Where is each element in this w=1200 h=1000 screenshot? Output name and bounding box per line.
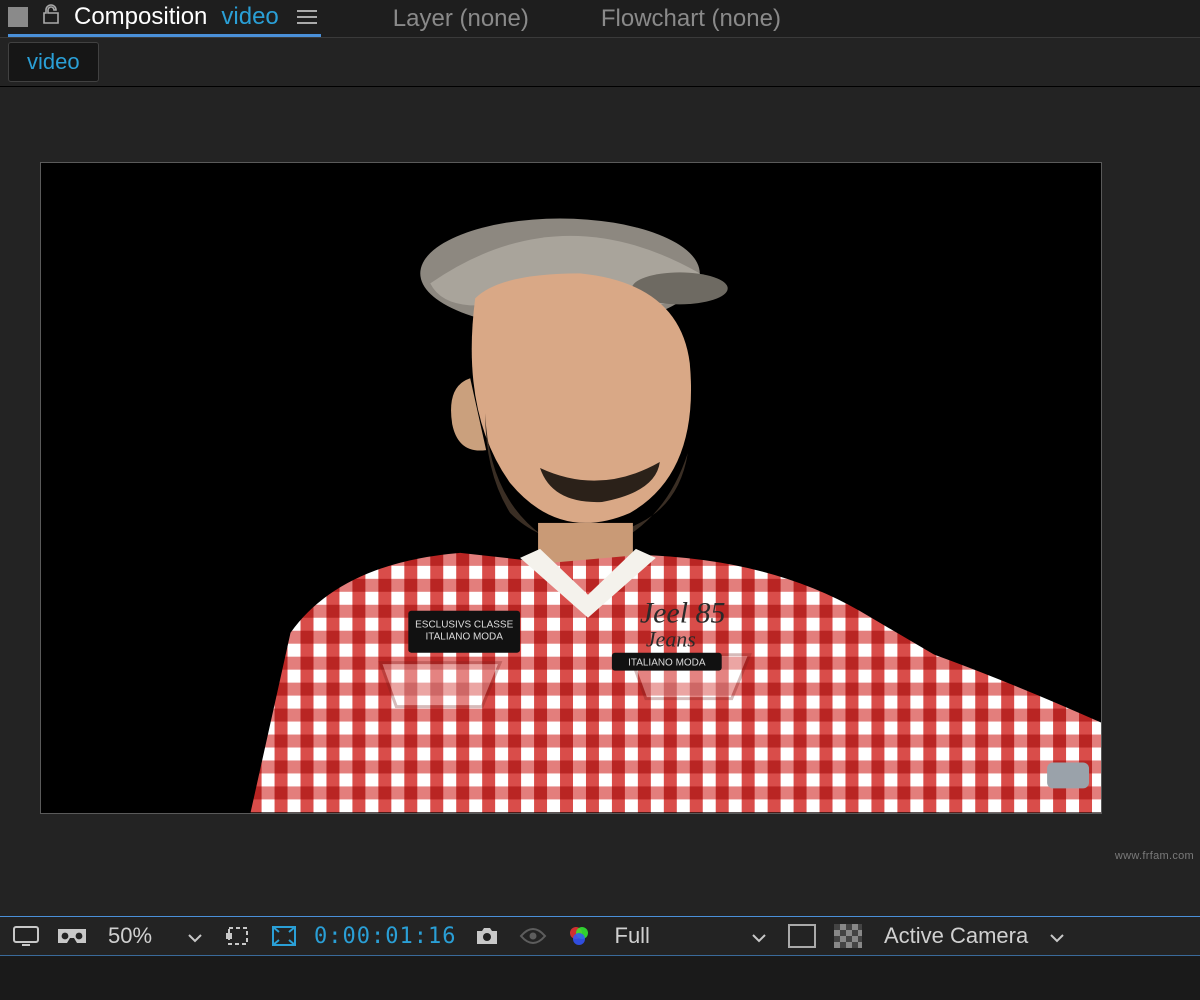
resolution-value: Full [615, 923, 650, 949]
vr-goggles-icon[interactable] [56, 922, 88, 950]
frame-outline-icon[interactable] [786, 922, 818, 950]
svg-text:Jeans: Jeans [646, 627, 696, 652]
tab-flowchart[interactable]: Flowchart (none) [601, 5, 781, 33]
svg-text:ITALIANO MODA: ITALIANO MODA [628, 658, 706, 669]
composition-indicator-icon [8, 7, 28, 27]
channel-rgb-icon[interactable] [563, 922, 595, 950]
bottom-strip [0, 956, 1200, 1000]
chevron-down-icon [188, 923, 202, 949]
svg-text:ESCLUSIVS CLASSE: ESCLUSIVS CLASSE [415, 620, 513, 631]
display-icon[interactable] [10, 922, 42, 950]
title-action-safe-icon[interactable] [268, 922, 300, 950]
transparency-grid-icon[interactable] [832, 922, 864, 950]
tab-composition[interactable]: Composition video [8, 0, 321, 37]
composition-viewer[interactable]: ESCLUSIVS CLASSE ITALIANO MODA Jeel 85 J… [0, 86, 1200, 936]
chevron-down-icon [1050, 923, 1064, 949]
resolution-select[interactable]: Full [609, 921, 772, 951]
subtab-video[interactable]: video [8, 42, 99, 82]
view-value: Active Camera [884, 923, 1028, 949]
composition-name: video [221, 3, 278, 31]
current-timecode[interactable]: 0:00:01:16 [314, 924, 456, 949]
view-select[interactable]: Active Camera [878, 921, 1070, 951]
viewer-controls: 50% 0:00:01:16 Full Active Camera [0, 916, 1200, 956]
composition-preview[interactable]: ESCLUSIVS CLASSE ITALIANO MODA Jeel 85 J… [41, 163, 1101, 813]
watermark: www.frfam.com [1115, 850, 1194, 862]
tab-layer[interactable]: Layer (none) [393, 5, 529, 33]
svg-text:ITALIANO MODA: ITALIANO MODA [426, 632, 504, 643]
lock-icon[interactable] [42, 4, 60, 30]
composition-subtabs: video [0, 38, 1200, 86]
magnification-value: 50% [108, 923, 152, 949]
region-of-interest-icon[interactable] [222, 922, 254, 950]
preview-eye-icon[interactable] [517, 922, 549, 950]
svg-text:Jeel 85: Jeel 85 [640, 597, 726, 630]
panel-tabs: Composition video Layer (none) Flowchart… [0, 0, 1200, 38]
chevron-down-icon [752, 923, 766, 949]
magnification-select[interactable]: 50% [102, 921, 208, 951]
composition-frame: ESCLUSIVS CLASSE ITALIANO MODA Jeel 85 J… [40, 162, 1102, 814]
panel-menu-icon[interactable] [297, 10, 317, 24]
composition-label: Composition [74, 3, 207, 31]
snapshot-camera-icon[interactable] [471, 922, 503, 950]
